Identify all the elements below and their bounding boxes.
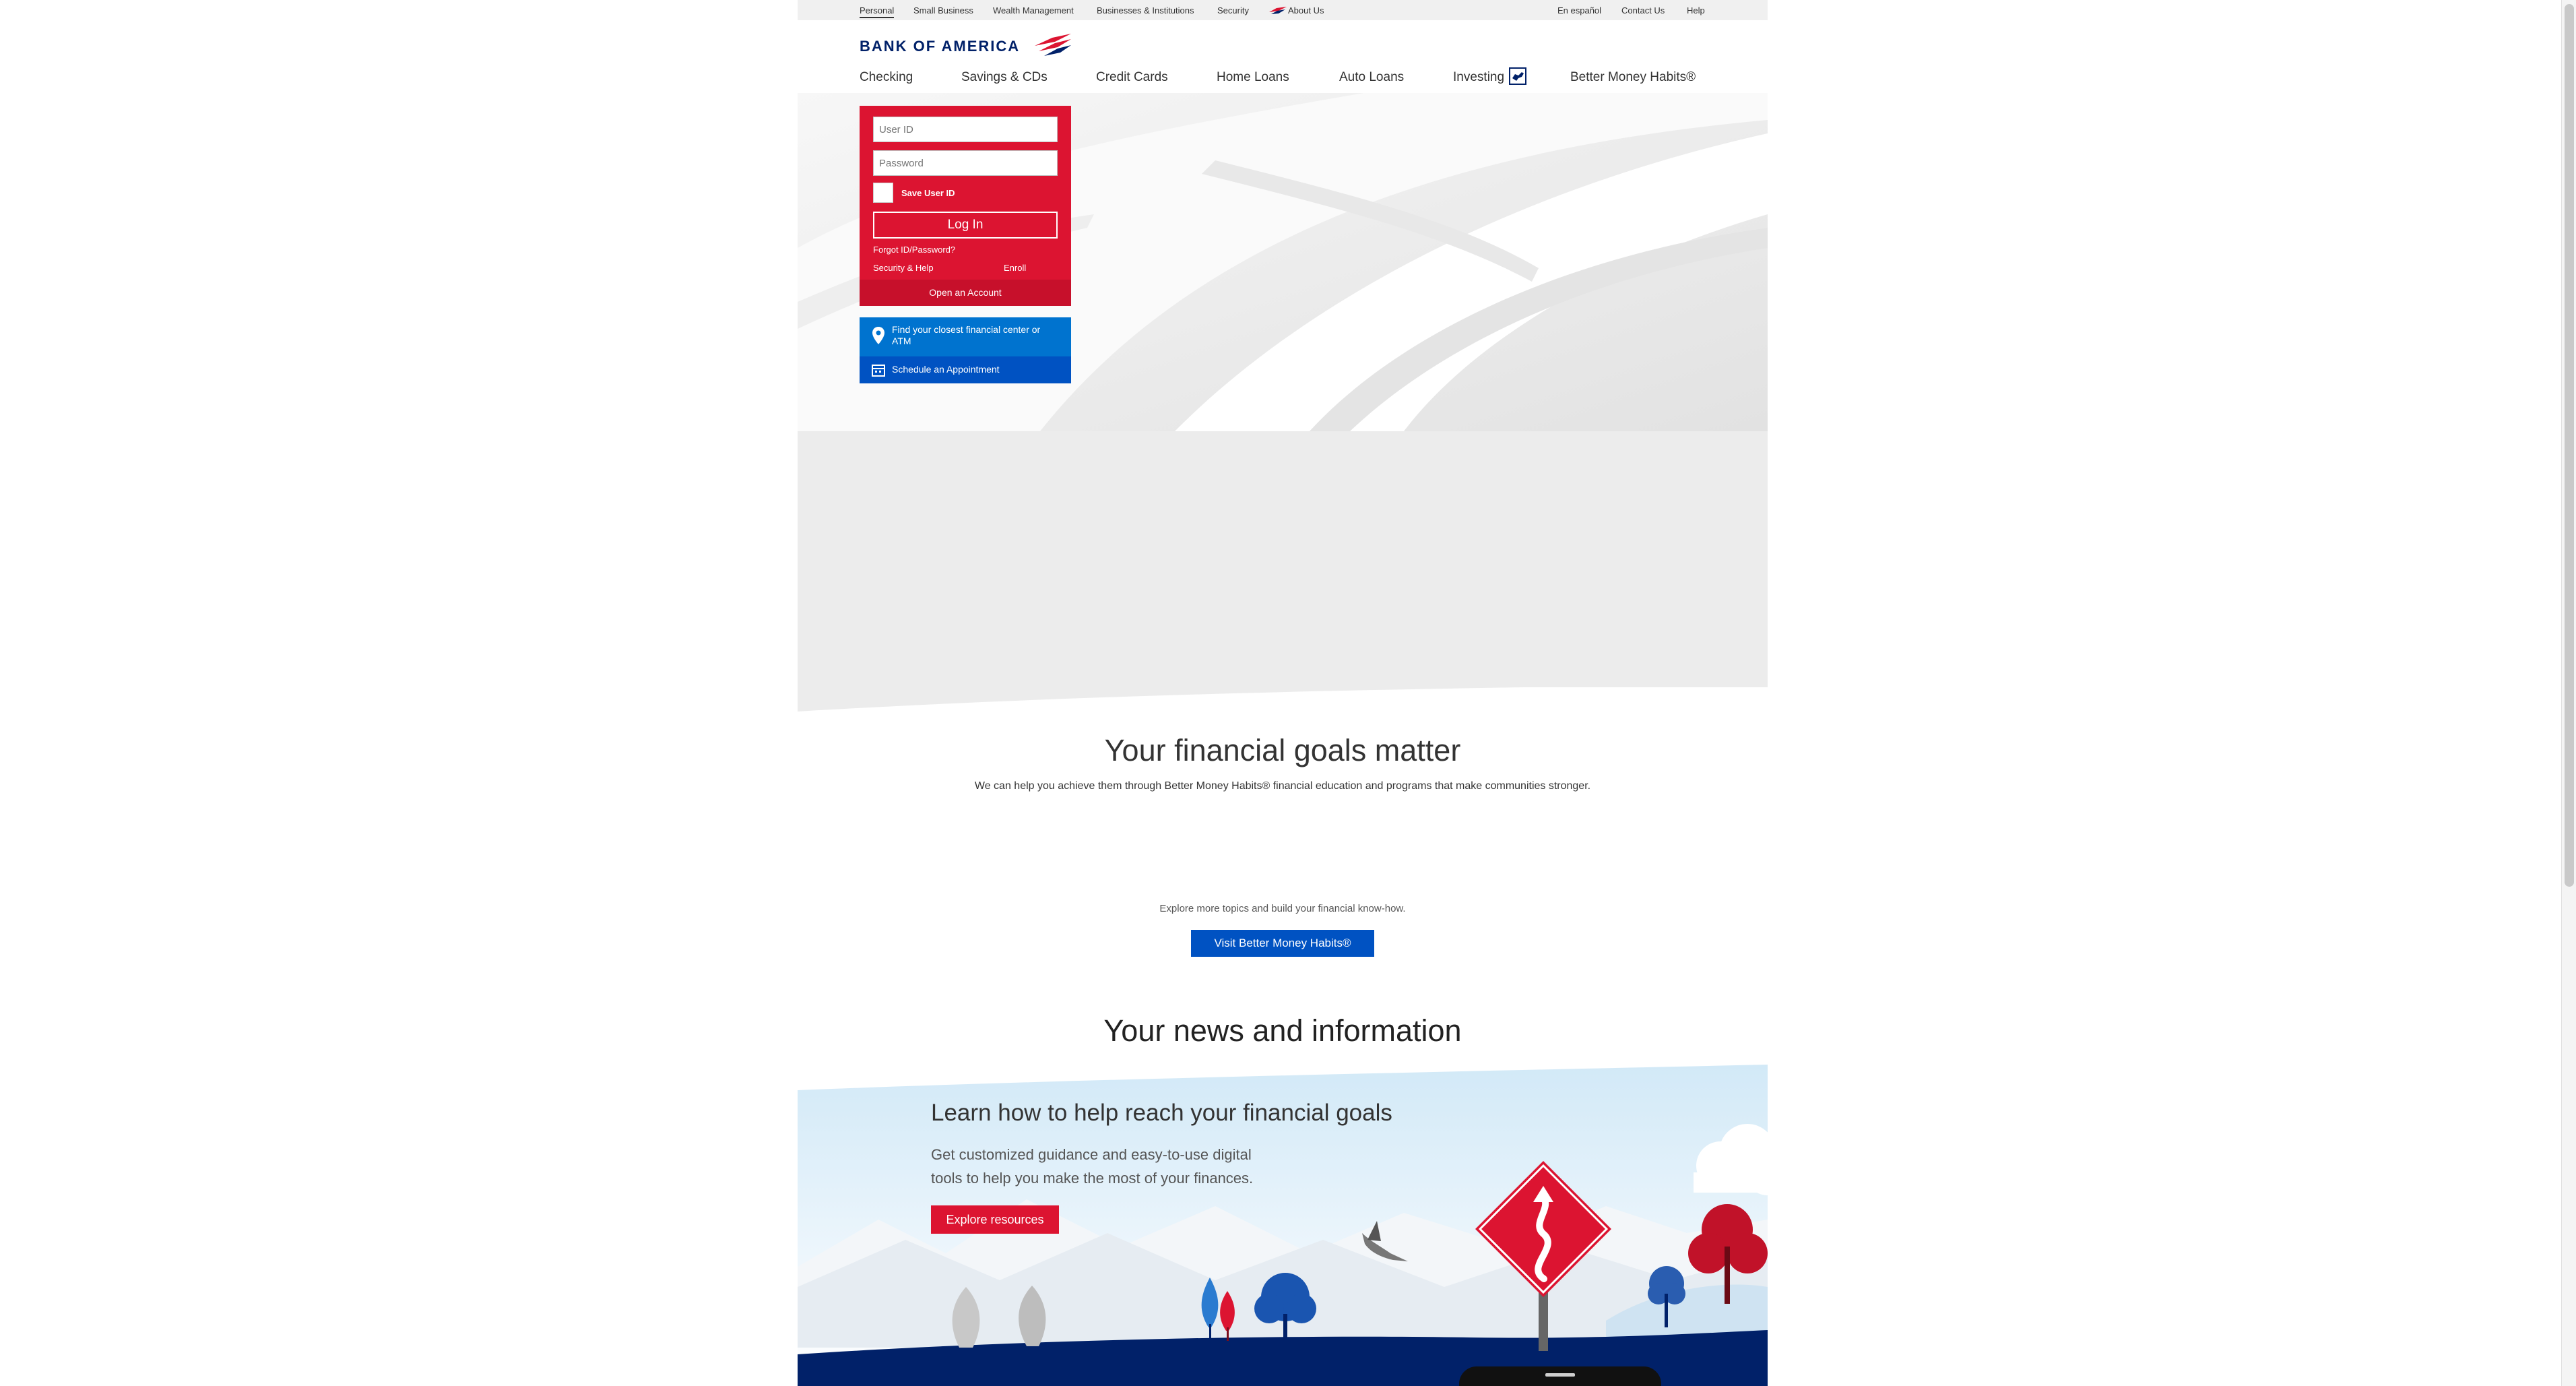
find-center-label: Find your closest financial center or AT… xyxy=(892,324,1041,346)
util-link-contact-us[interactable]: Contact Us xyxy=(1621,5,1665,15)
section-divider-curve xyxy=(798,681,1768,712)
goals-subheading: We can help you achieve them through Bet… xyxy=(974,780,1591,792)
util-link-small-business[interactable]: Small Business xyxy=(913,5,973,15)
explore-topics-text: Explore more topics and build your finan… xyxy=(1159,903,1406,914)
explore-resources-button[interactable]: Explore resources xyxy=(931,1205,1059,1234)
calendar-icon xyxy=(872,363,885,380)
util-link-businesses-institutions[interactable]: Businesses & Institutions xyxy=(1097,5,1194,15)
news-heading: Your news and information xyxy=(1103,1013,1462,1048)
ad-placeholder-area xyxy=(798,431,1768,687)
util-link-help[interactable]: Help xyxy=(1687,5,1705,15)
schedule-appointment-label: Schedule an Appointment xyxy=(892,364,1000,375)
promo-body-text: Get customized guidance and easy-to-use … xyxy=(931,1146,1254,1187)
locator-panel: Find your closest financial center or AT… xyxy=(860,317,1071,383)
nav-better-money-habits[interactable]: Better Money Habits® xyxy=(1570,70,1696,85)
open-account-button[interactable]: Open an Account xyxy=(860,280,1071,306)
visit-better-money-habits-button[interactable]: Visit Better Money Habits® xyxy=(1191,930,1374,957)
enroll-link[interactable]: Enroll xyxy=(1004,263,1026,273)
nav-home-loans[interactable]: Home Loans xyxy=(1217,70,1289,85)
utility-nav-bar: Personal Small Business Wealth Managemen… xyxy=(798,0,1768,20)
login-button[interactable]: Log In xyxy=(873,212,1058,239)
util-link-personal[interactable]: Personal xyxy=(860,5,895,18)
nav-credit-cards[interactable]: Credit Cards xyxy=(1096,70,1168,85)
util-link-wealth-management[interactable]: Wealth Management xyxy=(993,5,1074,15)
flagscape-icon xyxy=(1269,6,1287,18)
login-panel: Save User ID Log In Forgot ID/Password? … xyxy=(860,106,1071,306)
goals-heading: Your financial goals matter xyxy=(1104,733,1461,767)
logo-wordmark: BANK OF AMERICA xyxy=(860,38,1021,55)
page: Personal Small Business Wealth Managemen… xyxy=(798,0,1768,1386)
nav-auto-loans[interactable]: Auto Loans xyxy=(1339,70,1404,85)
promo-heading: Learn how to help reach your financial g… xyxy=(931,1100,1392,1126)
vertical-scrollbar[interactable] xyxy=(2561,0,2576,1386)
security-help-link[interactable]: Security & Help xyxy=(873,263,934,273)
forgot-id-password-link[interactable]: Forgot ID/Password? xyxy=(873,245,955,255)
util-link-security[interactable]: Security xyxy=(1217,5,1249,15)
scrollbar-thumb[interactable] xyxy=(2565,4,2574,887)
bank-logo[interactable]: BANK OF AMERICA xyxy=(860,34,1082,61)
password-input[interactable] xyxy=(873,150,1058,176)
save-user-id-checkbox[interactable] xyxy=(873,183,893,203)
schedule-appointment-link[interactable]: Schedule an Appointment xyxy=(860,356,1071,383)
nav-investing[interactable]: Investing xyxy=(1453,70,1504,85)
merrill-bull-icon xyxy=(1509,67,1526,88)
util-link-about-us[interactable]: About Us xyxy=(1288,5,1324,15)
nav-checking[interactable]: Checking xyxy=(860,70,913,85)
util-link-espanol[interactable]: En español xyxy=(1557,5,1601,15)
find-financial-center-link[interactable]: Find your closest financial center or AT… xyxy=(860,317,1071,356)
flagscape-logo-icon xyxy=(1032,34,1072,60)
nav-savings-cds[interactable]: Savings & CDs xyxy=(961,70,1048,85)
location-pin-icon xyxy=(872,326,885,348)
user-id-input[interactable] xyxy=(873,117,1058,142)
promo-banner: Learn how to help reach your financial g… xyxy=(798,1065,1768,1386)
save-user-id-label: Save User ID xyxy=(901,188,955,198)
